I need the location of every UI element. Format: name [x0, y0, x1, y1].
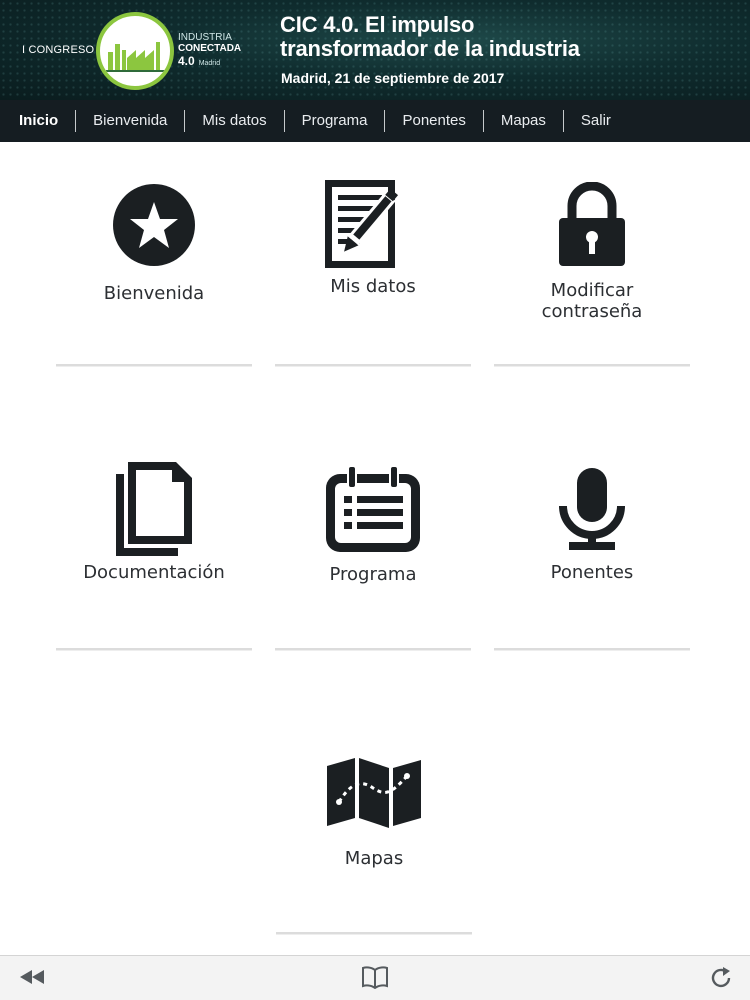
tile-mapas[interactable]: Mapas: [276, 756, 472, 936]
tile-divider: [275, 648, 471, 650]
tile-divider: [494, 648, 690, 650]
nav-ponentes[interactable]: Ponentes: [385, 110, 484, 132]
nav-bienvenida[interactable]: Bienvenida: [76, 110, 186, 132]
lock-icon: [559, 182, 625, 266]
tile-mis-datos[interactable]: Mis datos: [275, 178, 471, 368]
edit-document-icon: [325, 180, 399, 268]
tile-divider: [276, 932, 472, 934]
tile-divider: [494, 364, 690, 366]
event-title-line-2: transformador de la industria: [280, 36, 580, 61]
event-date: Madrid, 21 de septiembre de 2017: [281, 70, 505, 86]
tile-divider: [56, 648, 252, 650]
bookmarks-button[interactable]: [361, 965, 389, 993]
tile-label-modificar-line-1: Modificar: [550, 280, 634, 301]
calendar-list-icon: [326, 465, 420, 552]
nav-mis-datos[interactable]: Mis datos: [185, 110, 285, 132]
nav-programa[interactable]: Programa: [285, 110, 386, 132]
tile-ponentes[interactable]: Ponentes: [494, 466, 690, 652]
logo-wordmark: INDUSTRIA CONECTADA 4.0 Madrid: [178, 32, 242, 68]
nav-mapas[interactable]: Mapas: [484, 110, 564, 132]
tile-label-programa: Programa: [329, 564, 417, 585]
logo-line-1: INDUSTRIA: [178, 32, 232, 43]
logo-line-2: CONECTADA: [178, 43, 242, 54]
tile-divider: [56, 364, 252, 366]
logo-line-3: 4.0 Madrid: [178, 55, 241, 67]
header-banner: I CONGRESO INDUSTRIA CONECTADA 4.0 Madrid…: [0, 0, 750, 100]
tile-label-modificar-line-2: contraseña: [541, 301, 643, 322]
tile-divider: [275, 364, 471, 366]
tile-programa[interactable]: Programa: [275, 464, 471, 652]
map-icon: [327, 758, 421, 828]
logo-version: 4.0: [178, 54, 195, 68]
back-button[interactable]: [18, 966, 46, 992]
tile-label-mapas: Mapas: [344, 848, 404, 869]
tile-documentacion[interactable]: Documentación: [56, 460, 252, 652]
microphone-icon: [559, 468, 625, 550]
book-icon: [362, 966, 388, 990]
reload-button[interactable]: [708, 965, 734, 995]
browser-toolbar: [0, 955, 750, 1000]
main-nav: Inicio Bienvenida Mis datos Programa Pon…: [0, 100, 750, 142]
tile-label-documentacion: Documentación: [83, 562, 225, 583]
logo-city: Madrid: [198, 60, 221, 67]
congreso-label: I CONGRESO: [22, 44, 95, 56]
tile-label-mis-datos: Mis datos: [330, 276, 416, 297]
industry-skyline-icon: [106, 42, 166, 72]
tile-modificar-contrasena[interactable]: Modificar contraseña: [494, 182, 690, 368]
app-screen: I CONGRESO INDUSTRIA CONECTADA 4.0 Madrid…: [0, 0, 750, 1000]
nav-inicio[interactable]: Inicio: [2, 110, 77, 132]
tile-label-ponentes: Ponentes: [550, 562, 634, 583]
rewind-icon: [20, 970, 44, 984]
event-logo: [96, 12, 174, 90]
star-icon: [113, 184, 195, 266]
event-title-line-1: CIC 4.0. El impulso: [280, 12, 475, 37]
reload-icon: [711, 967, 731, 988]
nav-salir[interactable]: Salir: [564, 110, 628, 132]
tile-label-bienvenida: Bienvenida: [103, 283, 205, 304]
documents-icon: [116, 462, 192, 556]
tile-bienvenida[interactable]: Bienvenida: [56, 182, 252, 368]
